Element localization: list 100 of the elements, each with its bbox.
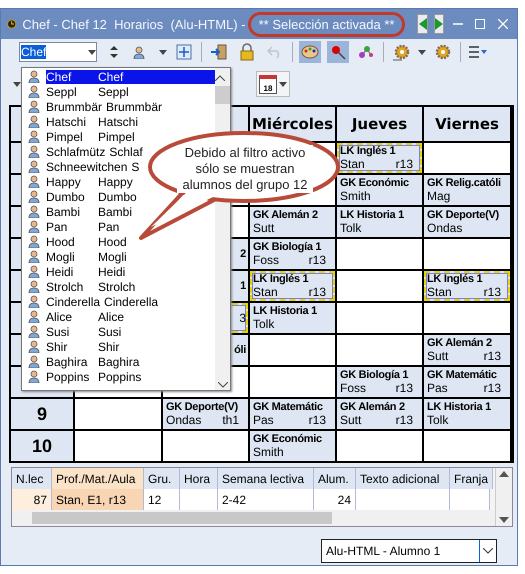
list-item[interactable]: Brummbär Brummbär bbox=[28, 99, 215, 114]
table-cell: 87 bbox=[12, 489, 52, 510]
lesson-cell[interactable]: GK Deporte(V) Ondas bbox=[424, 207, 510, 237]
lesson-cell[interactable]: GK Relig.católi Mag bbox=[424, 175, 510, 205]
column-header[interactable]: Hora bbox=[180, 468, 218, 489]
list-item[interactable]: Alice Alice bbox=[28, 309, 215, 324]
pin-icon bbox=[330, 44, 346, 60]
table-cell bbox=[180, 489, 218, 510]
triangle-left-icon bbox=[418, 18, 427, 30]
table-cell: 12 bbox=[144, 489, 180, 510]
list-item[interactable]: Pan Pan bbox=[28, 219, 215, 234]
hour-cell: 10 bbox=[11, 431, 73, 461]
window-title: Chef - Chef 12 Horarios (Alu-HTML) - bbox=[22, 16, 246, 32]
lesson-cell[interactable]: LK Historia 1 Tolk bbox=[337, 207, 422, 237]
person-icon bbox=[28, 70, 40, 83]
lesson-cell[interactable]: GK Alemán 2 Sutt bbox=[250, 207, 335, 237]
table-cell bbox=[450, 489, 490, 510]
horizontal-scrollbar[interactable] bbox=[12, 510, 495, 526]
close-icon bbox=[498, 19, 508, 29]
column-header[interactable]: N.lec bbox=[12, 468, 52, 489]
list-item[interactable]: Susi Susi bbox=[28, 324, 215, 339]
gear-icon bbox=[392, 43, 410, 61]
next-button[interactable] bbox=[434, 14, 444, 34]
calendar-button[interactable]: 18 bbox=[256, 71, 290, 97]
lesson-cell[interactable]: GK Alemán 2 Sutt r13 bbox=[337, 399, 422, 429]
list-item[interactable]: Heidi Heidi bbox=[28, 264, 215, 279]
person-icon bbox=[28, 310, 40, 323]
lesson-cell[interactable]: LK Inglés 1 Stan r13 bbox=[250, 271, 335, 301]
caret-icon bbox=[279, 82, 287, 86]
lesson-cell[interactable]: LK Historia 1 Tolk bbox=[424, 399, 510, 429]
person-icon bbox=[28, 265, 40, 278]
person-icon bbox=[28, 85, 40, 98]
scroll-down-icon bbox=[499, 517, 509, 523]
table-cell: 2-42 bbox=[218, 489, 314, 510]
person-icon bbox=[28, 205, 40, 218]
person-icon bbox=[28, 235, 40, 248]
list-item[interactable]: Mogli Mogli bbox=[28, 249, 215, 264]
minimize-icon bbox=[453, 23, 464, 25]
scrollbar-thumb[interactable] bbox=[32, 512, 332, 524]
lesson-cell[interactable]: GK Alemán 2 Sutt r13 bbox=[424, 335, 510, 365]
lesson-cell[interactable]: LK Inglés 1 Stan r13 bbox=[424, 271, 510, 301]
list-item[interactable]: Hood Hood bbox=[28, 234, 215, 249]
list-item[interactable]: Shir Shir bbox=[28, 339, 215, 354]
dropdown-caret-icon bbox=[13, 82, 21, 86]
person-icon bbox=[28, 190, 40, 203]
palette-button[interactable] bbox=[299, 41, 321, 63]
caret-icon bbox=[88, 50, 96, 54]
vertical-scrollbar[interactable] bbox=[495, 468, 512, 526]
list-icon bbox=[469, 46, 487, 58]
scrollbar-thumb[interactable] bbox=[215, 86, 230, 104]
person-icon bbox=[28, 280, 40, 293]
scroll-up-icon bbox=[499, 471, 509, 477]
lesson-cell[interactable]: GK Económic Smith bbox=[250, 431, 335, 461]
lesson-cell[interactable]: GK Deporte(V) Ondas th1 bbox=[163, 399, 248, 429]
person-icon bbox=[133, 46, 145, 58]
table-cell: 24 bbox=[314, 489, 356, 510]
move-icon bbox=[176, 44, 192, 60]
lesson-cell[interactable]: GK Biología 1 Foss r13 bbox=[250, 239, 335, 269]
lock-icon bbox=[240, 43, 254, 61]
person-icon bbox=[28, 220, 40, 233]
hour-cell: 9 bbox=[11, 399, 73, 429]
list-item[interactable]: Baghira Baghira bbox=[28, 354, 215, 369]
previous-button[interactable] bbox=[417, 14, 428, 34]
lesson-cell[interactable]: GK Económic Smith bbox=[337, 175, 422, 205]
list-item[interactable]: Hatschi Hatschi bbox=[28, 114, 215, 129]
list-item[interactable]: Cinderella Cinderella bbox=[28, 294, 215, 309]
person-icon bbox=[28, 130, 40, 143]
person-icon bbox=[28, 370, 40, 383]
column-header[interactable]: Prof./Mat./Aula bbox=[52, 468, 144, 489]
day-header: Viernes bbox=[424, 107, 510, 141]
person-icon bbox=[28, 325, 40, 338]
person-icon bbox=[28, 250, 40, 263]
pin-button[interactable] bbox=[327, 41, 349, 63]
lesson-cell[interactable]: GK Matemátic Pas r13 bbox=[424, 367, 510, 397]
list-item[interactable]: Bambi Bambi bbox=[28, 204, 215, 219]
person-icon bbox=[28, 100, 40, 113]
person-icon bbox=[28, 175, 40, 188]
lesson-cell[interactable]: LK Historia 1 Tolk bbox=[250, 303, 335, 333]
chevron-down-icon bbox=[483, 548, 493, 554]
column-header[interactable]: Franja bbox=[450, 468, 494, 489]
list-item[interactable]: Strolch Strolch bbox=[28, 279, 215, 294]
caret-icon bbox=[418, 50, 426, 54]
column-header[interactable]: Alum. bbox=[314, 468, 356, 489]
person-icon bbox=[28, 115, 40, 128]
lesson-cell[interactable]: LK Inglés 1 Stan r13 bbox=[337, 143, 422, 173]
column-header[interactable]: Gru. bbox=[144, 468, 180, 489]
element-combo[interactable]: Chef bbox=[19, 42, 97, 62]
chevron-down-icon bbox=[218, 382, 228, 388]
maximize-icon bbox=[475, 19, 486, 29]
list-item[interactable]: Poppins Poppins bbox=[28, 369, 215, 384]
person-icon bbox=[28, 145, 40, 158]
lesson-cell[interactable]: GK Biología 1 Foss r13 bbox=[337, 367, 422, 397]
nodes-icon bbox=[358, 44, 374, 60]
palette-icon bbox=[301, 44, 319, 60]
column-header[interactable]: Texto adicional bbox=[356, 468, 450, 489]
lesson-cell[interactable]: GK Matemátic Pas r13 bbox=[250, 399, 335, 429]
list-item[interactable]: Seppl Seppl bbox=[28, 84, 215, 99]
table-cell: Stan, E1, r13 bbox=[52, 489, 144, 510]
view-selector[interactable]: Alu-HTML - Alumno 1 bbox=[321, 539, 497, 563]
column-header[interactable]: Semana lectiva bbox=[218, 468, 314, 489]
